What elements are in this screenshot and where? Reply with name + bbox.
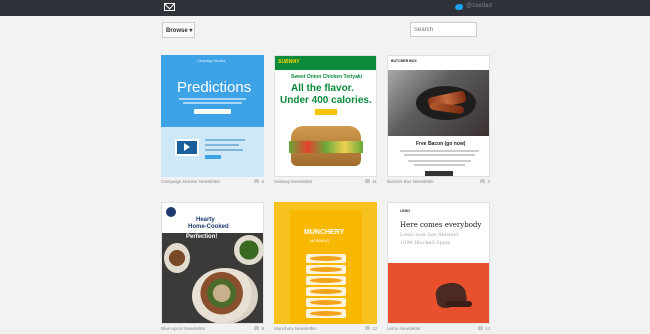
twitter-handle: @zeedad xyxy=(466,3,492,9)
like-count[interactable]: 11 xyxy=(365,179,377,184)
brand-logo xyxy=(166,207,176,217)
text-line xyxy=(179,98,246,100)
card-meta: Blue Apron Newsletter 8 xyxy=(161,326,264,334)
thumbnail-subtitle: MORNING xyxy=(310,238,330,243)
newsletter-thumbnail[interactable]: SUBWAY Sweet Onion Chicken Teriyaki All … xyxy=(274,55,377,177)
thumbnail-headline: Under 400 calories. xyxy=(280,95,372,106)
twitter-link[interactable]: @zeedad xyxy=(455,3,495,13)
twitter-icon xyxy=(455,4,463,10)
card-meta: Butcher Box Newsletter 3 xyxy=(387,179,490,187)
like-count[interactable]: 6 xyxy=(254,179,264,184)
like-count[interactable]: 8 xyxy=(254,326,264,331)
newsletter-card[interactable]: SUBWAY Sweet Onion Chicken Teriyaki All … xyxy=(274,55,377,184)
newsletter-thumbnail[interactable]: LEMO Here comes everybody Lemo now has A… xyxy=(387,202,490,324)
text-line xyxy=(408,160,471,162)
food-cup xyxy=(306,309,346,318)
card-meta: Subway Newsletter 11 xyxy=(274,179,377,187)
text-line xyxy=(205,155,221,159)
newsletter-card[interactable]: BUTCHER BOX Free Bacon (go now) Butcher … xyxy=(387,55,490,184)
heart-icon xyxy=(254,179,260,183)
text-line xyxy=(205,149,243,151)
runner-shadow xyxy=(446,301,472,307)
text-line xyxy=(205,144,239,146)
food-cup xyxy=(306,298,346,307)
newsletter-card[interactable]: LEMO Here comes everybody Lemo now has A… xyxy=(387,202,490,331)
like-count[interactable]: 14 xyxy=(477,326,490,331)
card-meta: Munchery Newsletter 12 xyxy=(274,326,377,334)
card-title[interactable]: Campaign Monitor Newsletter xyxy=(161,179,220,184)
food-plate xyxy=(164,243,190,273)
heart-icon xyxy=(365,179,371,183)
text-line xyxy=(400,150,479,152)
browse-dropdown[interactable]: Browse ▾ xyxy=(162,22,195,38)
card-title[interactable]: Subway Newsletter xyxy=(274,179,313,184)
like-count[interactable]: 12 xyxy=(364,326,377,331)
food-plate xyxy=(234,235,263,265)
food-plate xyxy=(192,268,258,323)
thumbnail-headline: Hearty xyxy=(196,217,215,223)
newsletter-thumbnail[interactable]: BUTCHER BOX Free Bacon (go now) xyxy=(387,55,490,177)
newsletter-card[interactable]: Hearty Home-Cooked Perfection! Blue Apro… xyxy=(161,202,264,331)
heart-icon xyxy=(477,326,483,330)
thumbnail-headline: MUNCHERY xyxy=(304,229,345,236)
text-line xyxy=(205,139,245,141)
newsletter-card[interactable]: MUNCHERY MORNING Munchery Newsletter 12 xyxy=(274,202,377,331)
sandwich-filling xyxy=(289,141,363,153)
thumbnail-headline: Predictions xyxy=(177,79,252,96)
thumbnail-headline: Perfection! xyxy=(186,234,218,240)
cta-button xyxy=(315,109,337,115)
heart-icon xyxy=(364,326,370,330)
brand-logo: BUTCHER BOX xyxy=(391,59,417,63)
food-cup xyxy=(306,287,346,296)
cta-button xyxy=(425,171,453,176)
subway-logo: SUBWAY xyxy=(278,59,300,65)
like-count[interactable]: 3 xyxy=(480,179,490,184)
thumbnail-headline: Free Bacon (go now) xyxy=(416,141,466,147)
newsletter-thumbnail[interactable]: Campaign Monitor Predictions xyxy=(161,55,264,177)
thumbnail-subtitle: 1099 Blocked Spam xyxy=(400,240,451,246)
heart-icon xyxy=(480,179,486,183)
text-line xyxy=(404,154,475,156)
card-title[interactable]: Butcher Box Newsletter xyxy=(387,179,434,184)
thumbnail-subtitle: Sweet Onion Chicken Teriyaki xyxy=(291,74,363,80)
search-input[interactable] xyxy=(410,22,477,37)
newsletter-thumbnail[interactable]: Hearty Home-Cooked Perfection! xyxy=(161,202,264,324)
card-title[interactable]: Blue Apron Newsletter xyxy=(161,326,206,331)
card-meta: Campaign Monitor Newsletter 6 xyxy=(161,179,264,187)
heart-icon xyxy=(254,326,260,330)
brand-logo: LEMO xyxy=(400,209,411,213)
thumbnail-subtitle: Lemo now has Akismet xyxy=(400,232,459,238)
card-title[interactable]: Munchery Newsletter xyxy=(274,326,316,331)
mail-icon[interactable] xyxy=(164,3,175,11)
newsletter-card[interactable]: Campaign Monitor Predictions Campaign Mo… xyxy=(161,55,264,184)
food-cup xyxy=(306,265,346,274)
card-meta: Lemo Newsletter 14 xyxy=(387,326,490,334)
food-cup xyxy=(306,276,346,285)
thumbnail-headline: Home-Cooked xyxy=(188,224,229,230)
card-title[interactable]: Lemo Newsletter xyxy=(387,326,421,331)
food-cup xyxy=(306,254,346,263)
cta-button xyxy=(194,109,231,114)
top-navigation-bar: @zeedad xyxy=(0,0,650,16)
thumbnail-preheader: Campaign Monitor xyxy=(197,59,226,63)
text-line xyxy=(414,164,465,166)
newsletter-thumbnail[interactable]: MUNCHERY MORNING xyxy=(274,202,377,324)
thumbnail-headline: Here comes everybody xyxy=(400,221,482,229)
thumbnail-headline: All the flavor. xyxy=(291,83,354,94)
play-icon xyxy=(184,143,190,151)
text-line xyxy=(183,102,242,104)
